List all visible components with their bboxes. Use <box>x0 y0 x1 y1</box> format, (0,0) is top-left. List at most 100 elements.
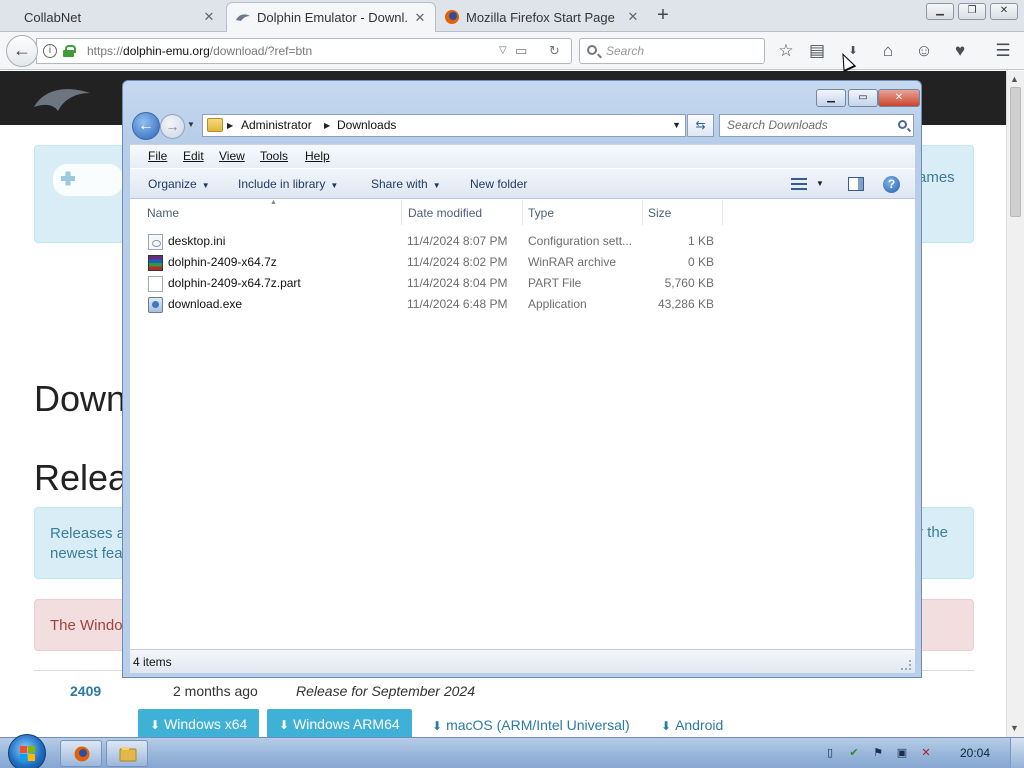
reload-icon[interactable]: ↻ <box>549 39 560 63</box>
open-menu-icon[interactable]: ☰ <box>990 38 1016 64</box>
breadcrumb-administrator[interactable]: Administrator <box>241 115 312 136</box>
refresh-button[interactable]: ⇆ <box>687 114 714 137</box>
explorer-search-input[interactable]: Search Downloads <box>719 114 914 137</box>
clipboard-icon[interactable]: ▯ <box>823 746 837 760</box>
home-icon[interactable]: ⌂ <box>875 38 901 64</box>
start-button[interactable] <box>8 734 46 768</box>
download-icon: ⬇ <box>432 719 443 733</box>
address-dropdown-icon[interactable]: ▼ <box>672 115 681 136</box>
dolphin-favicon-icon <box>236 14 250 21</box>
recent-pages-dropdown-icon[interactable]: ▼ <box>187 120 195 129</box>
new-tab-button[interactable]: + <box>652 4 674 28</box>
minimize-button[interactable]: ▁ <box>926 3 954 20</box>
back-button[interactable]: ← <box>6 35 38 67</box>
menu-view[interactable]: View <box>219 149 245 163</box>
reader-view-icon[interactable]: ▭ <box>515 39 527 63</box>
file-row[interactable]: desktop.ini 11/4/2024 8:07 PM Configurat… <box>130 231 730 251</box>
scroll-up-icon[interactable]: ▲ <box>1010 74 1019 84</box>
security-shield-icon[interactable]: ✔ <box>847 746 861 760</box>
file-size: 0 KB <box>687 255 714 269</box>
taskbar-firefox-button[interactable] <box>60 740 102 767</box>
scroll-down-icon[interactable]: ▼ <box>1010 723 1019 733</box>
browser-tab-bar: CollabNet ✕ Dolphin Emulator - Downl... … <box>0 0 1024 32</box>
include-in-library-button[interactable]: Include in library ▼ <box>238 177 338 191</box>
download-windows-arm64-button[interactable]: ⬇ Windows ARM64 <box>267 709 412 737</box>
explorer-search-placeholder: Search Downloads <box>727 118 828 132</box>
menu-edit[interactable]: Edit <box>183 149 204 163</box>
column-divider[interactable] <box>722 200 723 225</box>
column-header-type[interactable]: Type <box>528 206 554 220</box>
column-header-size[interactable]: Size <box>648 206 671 220</box>
url-bar[interactable]: i https://dolphin-emu.org/download/?ref=… <box>36 38 572 64</box>
change-view-icon[interactable] <box>791 178 807 190</box>
action-center-flag-icon[interactable]: ⚑ <box>871 746 885 760</box>
system-clock[interactable]: 20:04 <box>960 746 990 760</box>
preview-pane-icon[interactable] <box>848 177 864 191</box>
close-tab-icon[interactable]: ✕ <box>413 10 427 26</box>
file-row[interactable]: dolphin-2409-x64.7z.part 11/4/2024 8:04 … <box>130 273 730 293</box>
restore-button[interactable]: ❐ <box>958 3 986 20</box>
new-folder-button[interactable]: New folder <box>470 177 527 191</box>
bookmark-star-icon[interactable]: ☆ <box>773 38 799 64</box>
firefox-favicon-icon <box>445 10 459 24</box>
games-link-text[interactable]: ames <box>918 169 955 186</box>
column-divider[interactable] <box>642 200 643 225</box>
explorer-command-bar: Organize ▼ Include in library ▼ Share with… <box>130 168 915 199</box>
explorer-back-button[interactable]: ← <box>132 112 160 140</box>
explorer-minimize-button[interactable]: ▁ <box>816 89 846 107</box>
file-row[interactable]: dolphin-2409-x64.7z 11/4/2024 8:02 PM Wi… <box>130 252 730 272</box>
download-android-link[interactable]: ⬇ Android <box>661 717 723 733</box>
file-date: 11/4/2024 6:48 PM <box>407 297 508 311</box>
tab-collabnet[interactable]: CollabNet ✕ <box>0 2 224 32</box>
windows-logo-icon <box>20 746 36 762</box>
explorer-maximize-button[interactable]: ▭ <box>848 89 878 107</box>
volume-muted-icon[interactable]: ✕ <box>919 746 933 760</box>
tab-dolphin-emulator[interactable]: Dolphin Emulator - Downl... ✕ <box>226 2 436 32</box>
share-with-button[interactable]: Share with ▼ <box>371 177 441 191</box>
breadcrumb-downloads[interactable]: Downloads <box>337 115 396 136</box>
scrollbar-thumb[interactable] <box>1010 87 1021 217</box>
download-windows-x64-button[interactable]: ⬇ Windows x64 <box>138 709 260 737</box>
breadcrumb-separator-icon[interactable]: ▶ <box>227 115 233 136</box>
resize-grip-icon[interactable] <box>901 660 911 670</box>
release-version-link[interactable]: 2409 <box>70 683 101 699</box>
pocket-icon[interactable]: ♥ <box>947 38 973 64</box>
site-info-icon[interactable]: i <box>43 44 57 58</box>
hello-chat-icon[interactable]: ☺ <box>911 38 937 64</box>
network-icon[interactable]: ▣ <box>895 746 909 760</box>
column-header-date[interactable]: Date modified <box>408 206 482 220</box>
view-options-dropdown-icon[interactable]: ▼ <box>816 179 824 188</box>
file-row[interactable]: download.exe 11/4/2024 6:48 PM Applicati… <box>130 294 730 314</box>
url-dropdown-icon[interactable]: ▽ <box>499 39 507 63</box>
close-window-button[interactable]: ✕ <box>990 3 1018 20</box>
explorer-forward-button[interactable]: → <box>160 114 185 139</box>
address-bar[interactable]: ▶ Administrator ▶ Downloads ▼ <box>202 114 686 137</box>
menu-tools[interactable]: Tools <box>260 149 288 163</box>
column-header-name[interactable]: Name <box>147 206 179 220</box>
search-input[interactable]: Search <box>579 38 765 64</box>
column-divider[interactable] <box>401 200 402 225</box>
explorer-close-button[interactable]: ✕ <box>878 89 920 107</box>
tab-firefox-start[interactable]: Mozilla Firefox Start Page ✕ <box>438 2 648 32</box>
release-note: Release for September 2024 <box>296 683 475 699</box>
firefox-icon <box>74 746 90 762</box>
help-icon[interactable]: ? <box>883 176 900 193</box>
dolphin-logo-icon[interactable] <box>32 81 92 115</box>
organize-button[interactable]: Organize ▼ <box>148 177 210 191</box>
menu-help[interactable]: Help <box>305 149 330 163</box>
taskbar-explorer-button[interactable] <box>106 740 148 767</box>
taskbar: ▯ ✔ ⚑ ▣ ✕ 20:04 <box>0 734 1024 768</box>
download-macos-link[interactable]: ⬇ macOS (ARM/Intel Universal) <box>432 717 630 733</box>
menu-file[interactable]: File <box>148 149 167 163</box>
downloads-heading: Down <box>34 378 127 419</box>
ini-file-icon <box>148 234 163 250</box>
bookmarks-menu-icon[interactable]: ▤ <box>804 38 830 64</box>
show-desktop-button[interactable] <box>1010 738 1024 768</box>
close-tab-icon[interactable]: ✕ <box>202 9 216 25</box>
page-scrollbar[interactable]: ▲ ▼ <box>1006 71 1024 737</box>
file-date: 11/4/2024 8:07 PM <box>407 234 508 248</box>
column-divider[interactable] <box>522 200 523 225</box>
file-size: 5,760 KB <box>664 276 714 290</box>
close-tab-icon[interactable]: ✕ <box>626 9 640 25</box>
breadcrumb-separator-icon[interactable]: ▶ <box>324 115 330 136</box>
